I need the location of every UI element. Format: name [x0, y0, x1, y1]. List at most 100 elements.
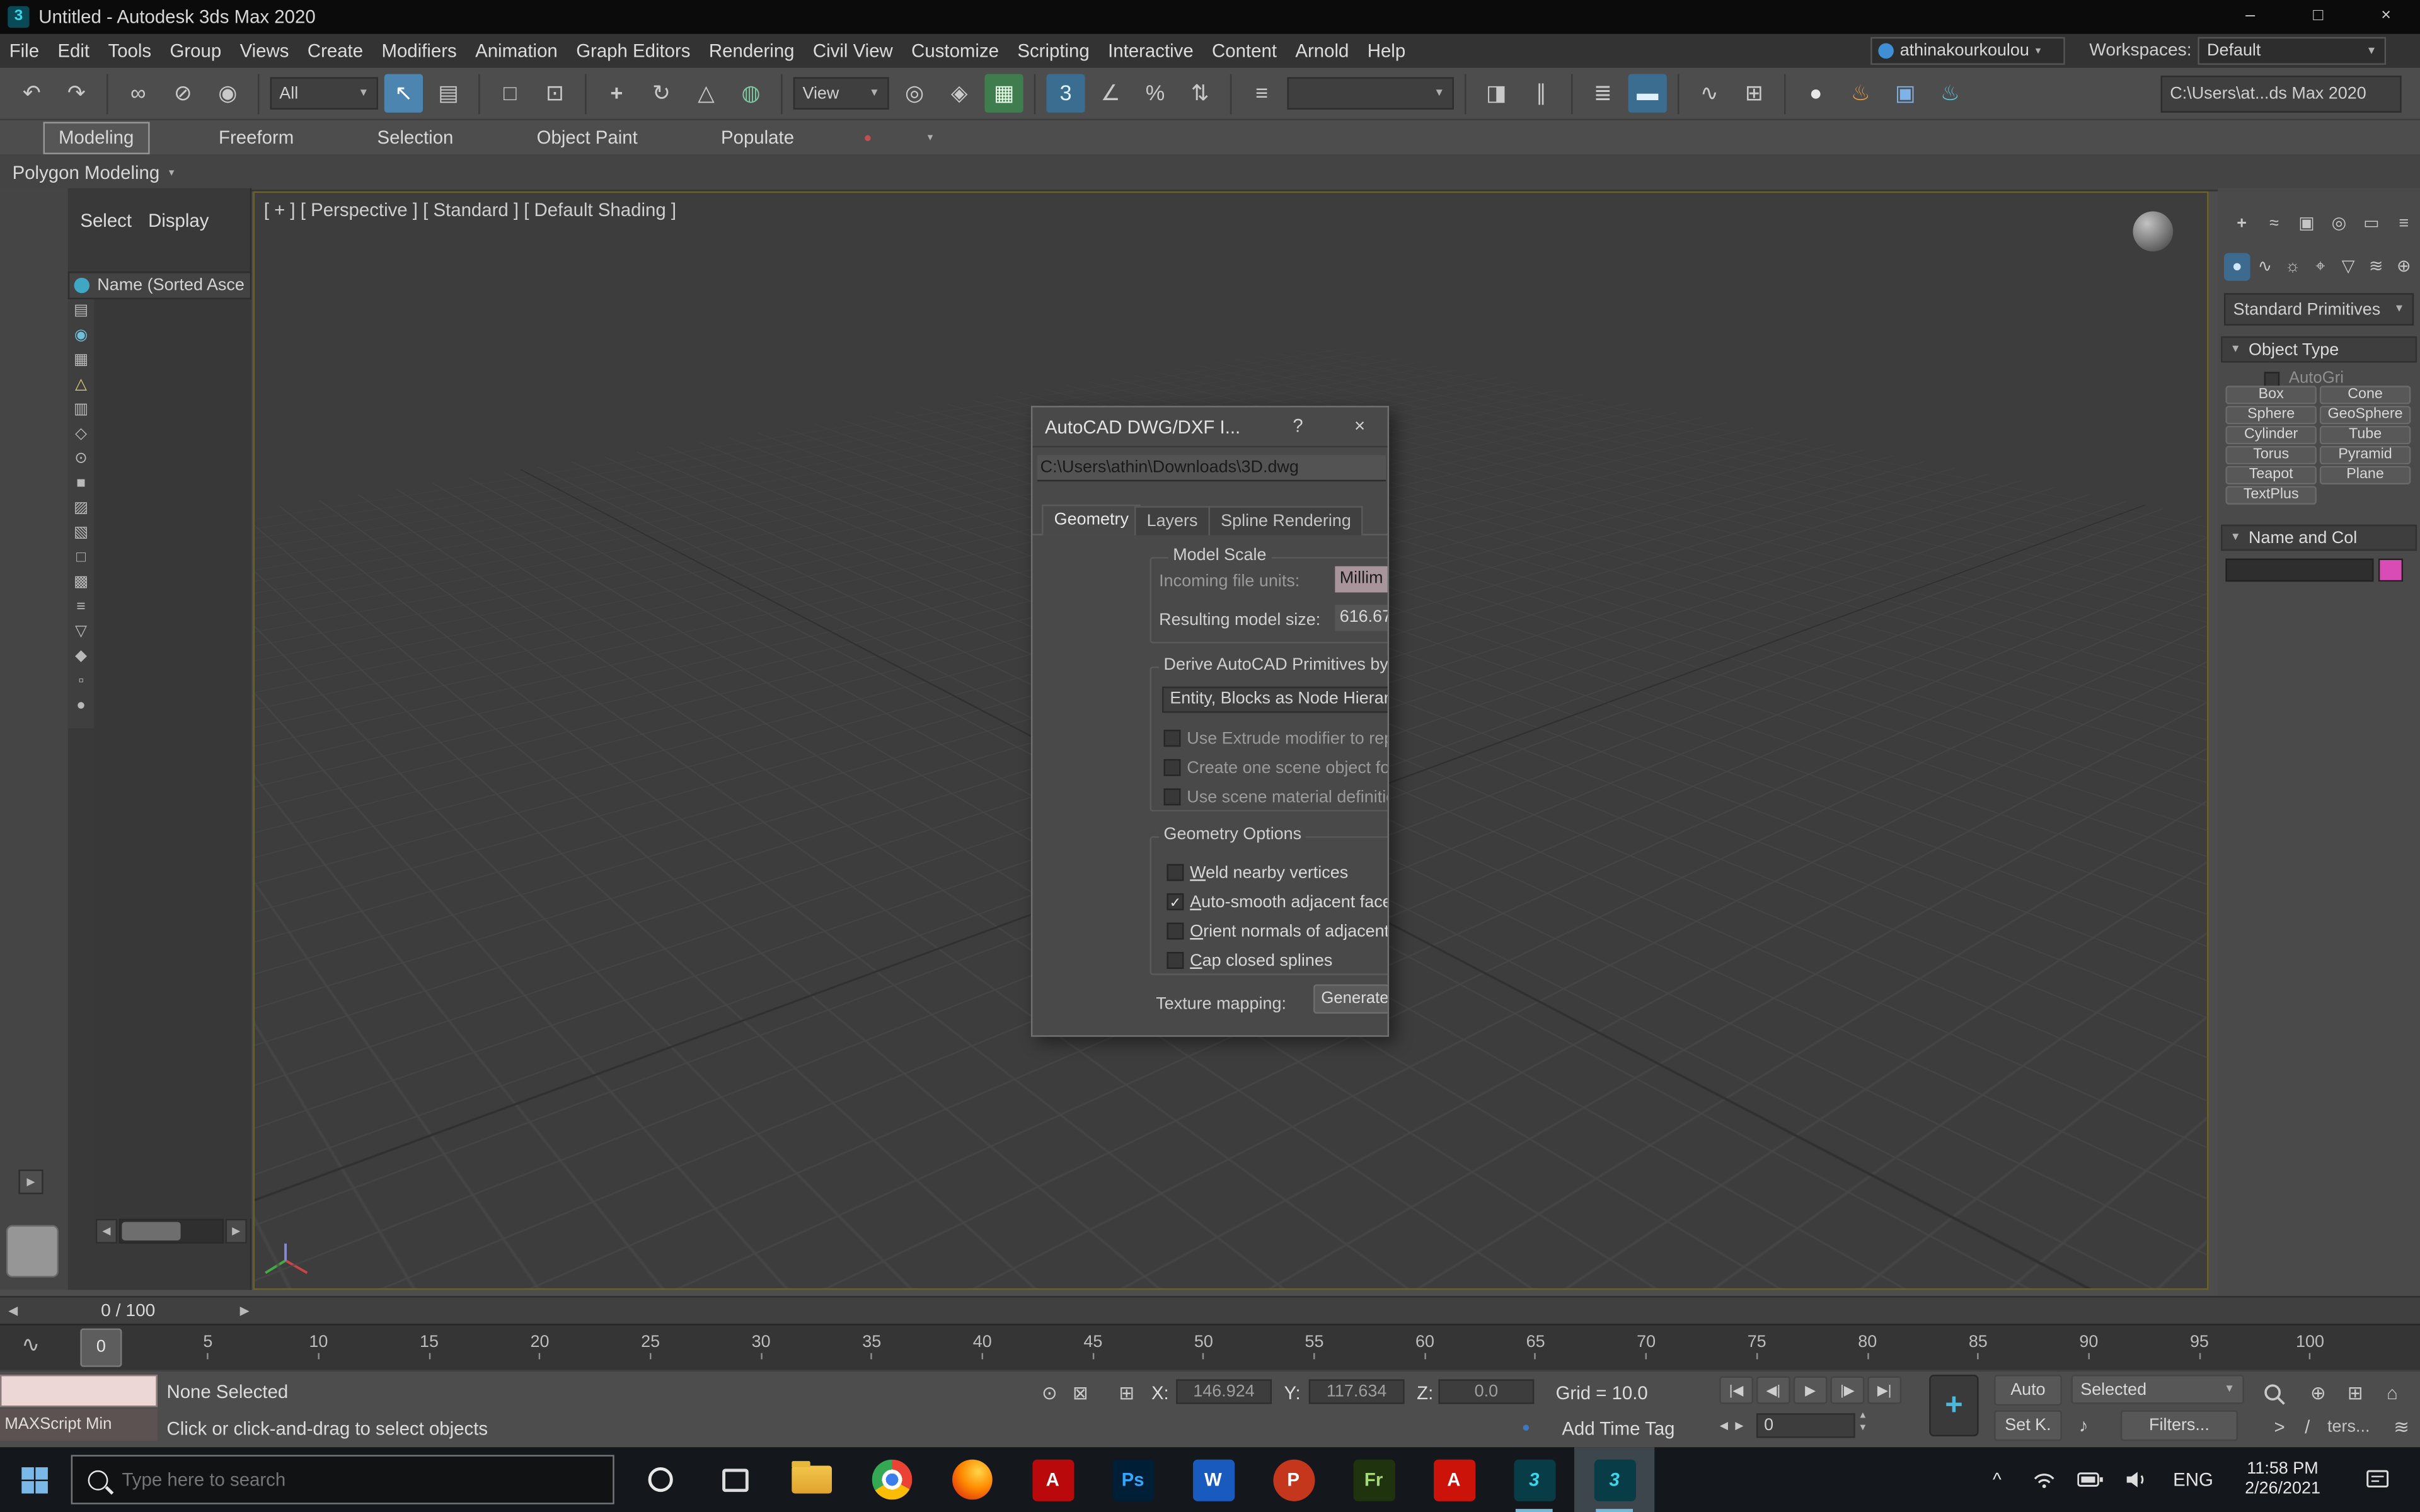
go-to-end-button[interactable]: ▶|: [1867, 1376, 1901, 1404]
ribbon-tab-selection[interactable]: Selection: [363, 123, 467, 152]
curve-editor-icon[interactable]: ∿: [1690, 74, 1729, 113]
explorer-display-menu[interactable]: Display: [148, 207, 209, 234]
isolate-selection-icon[interactable]: ⊙: [1037, 1378, 1062, 1409]
play-animation-button[interactable]: ▶: [1794, 1376, 1828, 1404]
mirror-icon[interactable]: ◨: [1477, 74, 1516, 113]
named-selection-dropdown[interactable]: ▼: [1287, 77, 1453, 109]
explorer-list-area[interactable]: [94, 299, 251, 1219]
menu-group[interactable]: Group: [161, 34, 231, 68]
pan-icon[interactable]: ≋: [2386, 1412, 2417, 1443]
display-tab-icon[interactable]: ▭: [2357, 210, 2387, 238]
maximize-button[interactable]: □: [2284, 0, 2352, 34]
filter-layers-icon[interactable]: ≡: [68, 595, 95, 620]
menu-help[interactable]: Help: [1358, 34, 1415, 68]
angle-snap-icon[interactable]: ∠: [1091, 74, 1129, 113]
zoom-icon[interactable]: ⊕: [2303, 1378, 2334, 1409]
menu-file[interactable]: File: [0, 34, 49, 68]
dialog-file-path-field[interactable]: C:\Users\athin\Downloads\3D.dwg: [1037, 455, 1386, 481]
geosphere-button[interactable]: GeoSphere: [2320, 406, 2411, 424]
toggle-scene-explorer-icon[interactable]: ≣: [1584, 74, 1622, 113]
window-crossing-icon[interactable]: ⊡: [536, 74, 574, 113]
y-coordinate-field[interactable]: 117.634: [1309, 1379, 1405, 1404]
scene-material-checkbox[interactable]: [1164, 788, 1181, 805]
percent-snap-icon[interactable]: %: [1136, 74, 1174, 113]
menu-graph-editors[interactable]: Graph Editors: [567, 34, 700, 68]
taskbar-file-explorer[interactable]: [771, 1447, 851, 1512]
action-center-button[interactable]: [2352, 1447, 2404, 1512]
toggle-ribbon-icon[interactable]: ▬: [1628, 74, 1667, 113]
rectangular-selection-icon[interactable]: □: [491, 74, 529, 113]
explorer-scroll-left-button[interactable]: ◀: [96, 1219, 117, 1244]
menu-edit[interactable]: Edit: [49, 34, 99, 68]
taskbar-acrobat[interactable]: A: [1013, 1447, 1093, 1512]
one-scene-object-checkbox[interactable]: [1164, 759, 1181, 776]
workspace-dropdown[interactable]: Default ▼: [2198, 37, 2386, 65]
box-button[interactable]: Box: [2225, 386, 2316, 404]
taskbar-3dsmax-1[interactable]: 3: [1494, 1447, 1574, 1512]
incoming-units-dropdown[interactable]: Millim: [1335, 566, 1389, 593]
z-coordinate-field[interactable]: 0.0: [1438, 1379, 1534, 1404]
filter-cameras-icon[interactable]: ▥: [68, 398, 95, 423]
filter-lights-icon[interactable]: △: [68, 374, 95, 398]
key-mode-right-icon[interactable]: ▶: [1732, 1412, 1747, 1443]
clock[interactable]: 11:58 PM 2/26/2021: [2223, 1447, 2343, 1512]
add-time-tag[interactable]: Add Time Tag: [1562, 1418, 1674, 1440]
autogrid-checkbox[interactable]: [2264, 372, 2279, 387]
filter-groups-icon[interactable]: ■: [68, 472, 95, 496]
object-color-swatch[interactable]: [2378, 559, 2403, 582]
dialog-tab-layers[interactable]: Layers: [1134, 506, 1210, 536]
language-indicator[interactable]: ENG: [2167, 1447, 2219, 1512]
name-color-rollout[interactable]: ▼ Name and Col: [2221, 525, 2417, 551]
weld-vertices-checkbox[interactable]: [1167, 864, 1184, 881]
select-and-rotate-icon[interactable]: ↻: [642, 74, 681, 113]
polygon-modeling-panel-tab[interactable]: Polygon Modeling: [13, 161, 160, 183]
clipped-filters-button[interactable]: ters...: [2327, 1418, 2386, 1436]
auto-key-button[interactable]: Auto: [1994, 1375, 2062, 1406]
next-frame-button[interactable]: |▶: [1830, 1376, 1864, 1404]
panel-expand-button[interactable]: ▶: [18, 1169, 43, 1194]
derive-mode-dropdown[interactable]: Entity, Blocks as Node Hierarc: [1162, 687, 1389, 713]
explorer-scroll-right-button[interactable]: ▶: [226, 1219, 247, 1244]
ribbon-options-icon[interactable]: ●: [863, 130, 872, 145]
filter-containers-icon[interactable]: □: [68, 546, 95, 571]
menu-rendering[interactable]: Rendering: [700, 34, 804, 68]
menu-interactive[interactable]: Interactive: [1098, 34, 1202, 68]
spacewarps-category-icon[interactable]: ≋: [2363, 253, 2389, 281]
menu-views[interactable]: Views: [231, 34, 298, 68]
frame-spin-down-icon[interactable]: ▼: [1858, 1424, 1868, 1433]
search-icon[interactable]: [2262, 1382, 2287, 1407]
resulting-size-value[interactable]: 616.67: [1335, 605, 1389, 631]
filter-frozen-icon[interactable]: ▫: [68, 670, 95, 694]
next-frame-button[interactable]: ▶: [234, 1298, 255, 1326]
chevron-down-icon[interactable]: ▾: [928, 131, 933, 144]
taskbar-chrome[interactable]: [852, 1447, 932, 1512]
schematic-view-icon[interactable]: ⊞: [1735, 74, 1773, 113]
ribbon-tab-modeling[interactable]: Modeling: [43, 121, 149, 153]
dialog-close-button[interactable]: ×: [1347, 415, 1372, 437]
filter-hidden-icon[interactable]: ●: [68, 694, 95, 719]
key-filters-icon[interactable]: ♪: [2071, 1410, 2096, 1441]
cameras-category-icon[interactable]: ⌖: [2307, 253, 2334, 281]
primitive-category-dropdown[interactable]: Standard Primitives ▼: [2224, 293, 2414, 325]
dialog-title-bar[interactable]: AutoCAD DWG/DXF I... ? ×: [1032, 408, 1389, 448]
x-coordinate-field[interactable]: 146.924: [1176, 1379, 1272, 1404]
search-input[interactable]: [122, 1469, 523, 1490]
menu-civil-view[interactable]: Civil View: [804, 34, 902, 68]
network-icon[interactable]: [2022, 1447, 2065, 1512]
taskbar-firefox[interactable]: [932, 1447, 1012, 1512]
explorer-scroll-thumb[interactable]: [122, 1222, 180, 1240]
lights-category-icon[interactable]: ☼: [2279, 253, 2306, 281]
taskbar-adobe-app[interactable]: A: [1414, 1447, 1494, 1512]
modify-tab-icon[interactable]: ≈: [2259, 210, 2289, 238]
track-bar[interactable]: ◀ 0 / 100 ▶: [0, 1296, 2420, 1324]
volume-icon[interactable]: [2114, 1447, 2158, 1512]
filter-geometry-icon[interactable]: ◉: [68, 324, 95, 348]
menu-modifiers[interactable]: Modifiers: [372, 34, 466, 68]
select-by-name-icon[interactable]: ▤: [429, 74, 468, 113]
zoom-extents-icon[interactable]: ⌂: [2377, 1378, 2407, 1409]
taskbar-photoshop[interactable]: Ps: [1093, 1447, 1173, 1512]
hierarchy-tab-icon[interactable]: ▣: [2292, 210, 2322, 238]
viewcube[interactable]: [2133, 212, 2173, 252]
absolute-offset-icon[interactable]: ⊞: [1114, 1378, 1139, 1409]
orient-normals-checkbox[interactable]: [1167, 922, 1184, 939]
